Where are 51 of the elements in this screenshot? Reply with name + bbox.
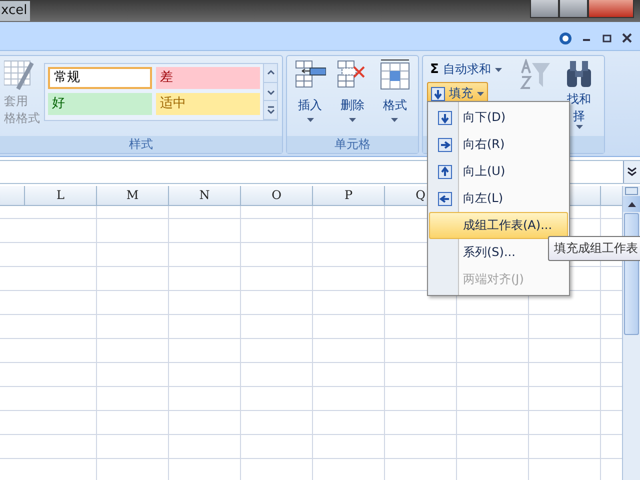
- caret-icon: [576, 125, 582, 129]
- menu-item[interactable]: 向右(R): [429, 131, 568, 158]
- column-header[interactable]: L: [25, 186, 97, 206]
- gallery-more-button[interactable]: [264, 101, 277, 120]
- menu-item[interactable]: 向上(U): [429, 158, 568, 185]
- help-icon: [559, 32, 572, 44]
- format-cells-icon: [378, 59, 411, 91]
- ribbon-button[interactable]: 格式: [376, 59, 414, 133]
- fill-right-icon: [438, 138, 452, 152]
- window-title: xcel: [0, 1, 30, 21]
- caret-icon: [391, 118, 398, 122]
- autosum-button[interactable]: Σ 自动求和: [427, 59, 511, 80]
- column-header[interactable]: N: [169, 186, 241, 206]
- ribbon-button[interactable]: 插入: [291, 59, 330, 133]
- column-header[interactable]: M: [97, 186, 169, 206]
- fill-up-icon: [438, 164, 452, 178]
- scroll-up-button[interactable]: [623, 196, 640, 212]
- split-handle[interactable]: [625, 187, 638, 195]
- group-label: 样式: [0, 136, 282, 153]
- gallery-down-button[interactable]: [264, 82, 277, 102]
- arrow-icon: [264, 105, 276, 116]
- table-grid-icon: [4, 59, 34, 93]
- column-header[interactable]: P: [313, 186, 385, 206]
- restore-icon: [602, 33, 612, 43]
- close-button[interactable]: [588, 0, 634, 18]
- double-chevron-icon: [627, 167, 637, 177]
- maximize-button[interactable]: [559, 0, 588, 18]
- sort-filter-icon: [520, 59, 550, 91]
- fill-left-icon: [438, 192, 452, 206]
- caret-icon: [477, 92, 484, 96]
- menu-item[interactable]: 成组工作表(A)...: [429, 212, 568, 239]
- minimize-button[interactable]: [530, 0, 559, 18]
- group-label: 单元格: [287, 136, 418, 153]
- fill-down-icon: [438, 110, 452, 124]
- cell-style[interactable]: 差: [156, 67, 260, 89]
- cell-style[interactable]: 常规: [48, 67, 152, 89]
- caret-icon: [494, 68, 502, 72]
- cell-style[interactable]: 好: [48, 93, 152, 115]
- gallery-up-button[interactable]: [264, 64, 277, 83]
- ribbon-button[interactable]: 删除: [333, 59, 372, 133]
- tooltip: 填充成组工作表: [548, 236, 640, 261]
- caret-icon: [348, 118, 356, 122]
- close-icon: [622, 33, 632, 43]
- cell-style[interactable]: 适中: [156, 93, 260, 115]
- fill-down-icon: [431, 86, 445, 100]
- sigma-icon: Σ: [430, 62, 439, 77]
- menu-item[interactable]: 向下(D): [429, 104, 568, 131]
- caret-icon: [306, 118, 314, 122]
- expand-formula-button[interactable]: [623, 161, 640, 183]
- column-header[interactable]: O: [241, 186, 313, 206]
- up-arrow-icon: [628, 202, 636, 206]
